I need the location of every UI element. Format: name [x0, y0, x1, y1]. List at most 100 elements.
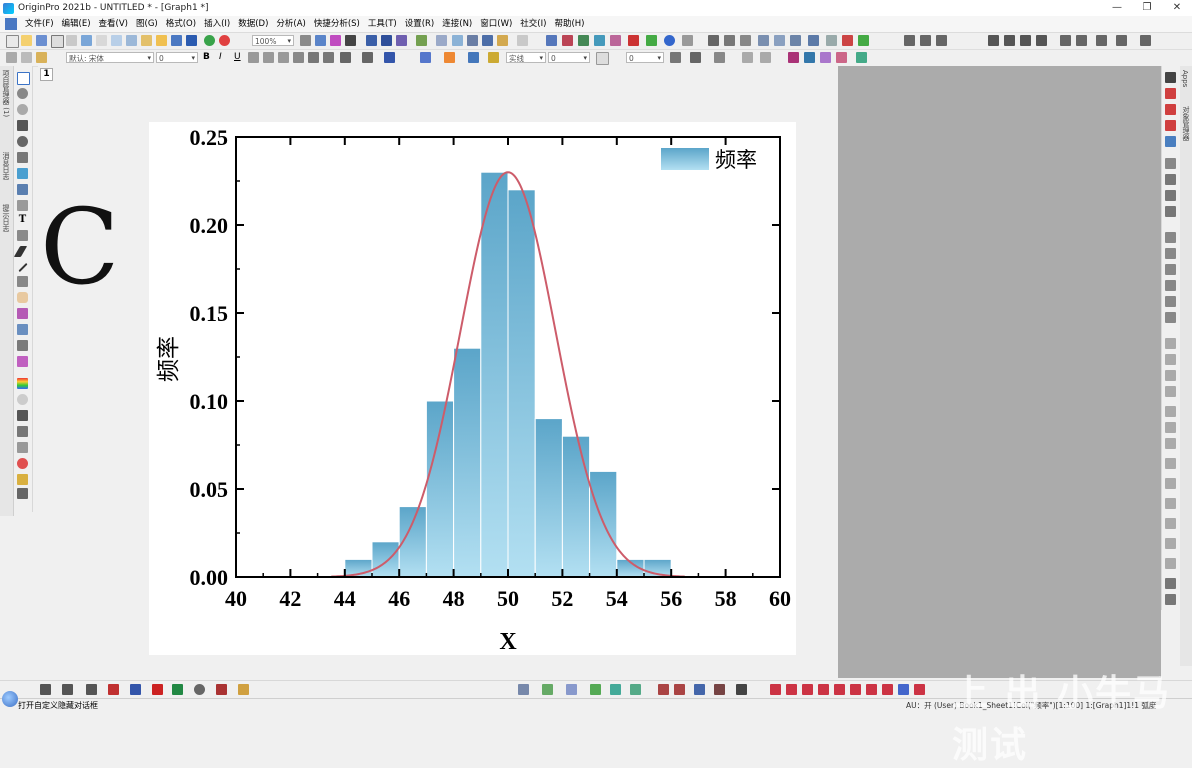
layout-icon-3[interactable]: [1165, 104, 1176, 115]
open-folder-icon[interactable]: [21, 35, 32, 46]
layout-icon-7[interactable]: [1165, 174, 1176, 185]
line-symbol-plot-icon[interactable]: [86, 684, 97, 695]
insert-graph-icon[interactable]: [17, 324, 28, 335]
column-plot-icon[interactable]: [108, 684, 119, 695]
arrow-tool-icon[interactable]: [13, 246, 28, 257]
screen-reader-icon[interactable]: [17, 136, 28, 147]
plot-icon-7[interactable]: [646, 35, 657, 46]
plot-icon-4[interactable]: [594, 35, 605, 46]
zoom-out-icon[interactable]: [17, 104, 28, 115]
draw-icon-4[interactable]: [818, 684, 829, 695]
x-axis-icon[interactable]: [904, 35, 915, 46]
region-of-interest-icon[interactable]: [17, 184, 28, 195]
graph-window-icon[interactable]: [5, 18, 17, 30]
next-icon[interactable]: [1020, 35, 1031, 46]
z-axis-icon[interactable]: [936, 35, 947, 46]
align-icon-11[interactable]: [1165, 518, 1176, 529]
hand-icon[interactable]: [17, 292, 28, 303]
line-style-combo[interactable]: 实线: [506, 52, 546, 64]
code-builder-icon[interactable]: [330, 35, 341, 46]
graph-page[interactable]: 40 42 44 46 48 50 52 54 56 58 60 0.00 0.05 0.10 0.15 0…: [149, 122, 796, 655]
mask-icon[interactable]: [17, 200, 28, 211]
contour-icon-4[interactable]: [714, 684, 725, 695]
menu-view[interactable]: 查看(V): [95, 16, 132, 32]
insert-note-icon[interactable]: [17, 474, 28, 485]
draw-icon-8[interactable]: [882, 684, 893, 695]
layout-icon-13[interactable]: [1165, 280, 1176, 291]
back-icon[interactable]: [760, 52, 771, 63]
layout-icon-4[interactable]: [1165, 120, 1176, 131]
increase-font-icon[interactable]: [308, 52, 319, 63]
3d-plot-icon-4[interactable]: [590, 684, 601, 695]
symbol-color-icon[interactable]: [488, 52, 499, 63]
save-template-icon[interactable]: [171, 35, 182, 46]
draw-icon-6[interactable]: [850, 684, 861, 695]
object-manager-label[interactable]: 对象管理器: [1181, 106, 1191, 141]
align-icon-15[interactable]: [1165, 594, 1176, 605]
layer-tool-icon[interactable]: [17, 410, 28, 421]
symbol-size-combo[interactable]: 0: [626, 52, 664, 64]
grid-icon[interactable]: [17, 488, 28, 499]
data-selector-icon[interactable]: [17, 152, 28, 163]
draw-data-icon[interactable]: [17, 168, 28, 179]
underline-button[interactable]: U: [234, 52, 241, 62]
menu-social[interactable]: 社交(I): [516, 16, 550, 32]
3d-plot-icon-6[interactable]: [630, 684, 641, 695]
align-icon-1[interactable]: [1165, 338, 1176, 349]
layout-icon-5[interactable]: [1165, 136, 1176, 147]
refresh-icon[interactable]: [416, 35, 427, 46]
toolbar-more-icon[interactable]: [517, 35, 528, 46]
rescale-icon[interactable]: [452, 35, 463, 46]
first-icon[interactable]: [988, 35, 999, 46]
fill-color-icon[interactable]: [420, 52, 431, 63]
draw-icon-1[interactable]: [770, 684, 781, 695]
menu-graph[interactable]: 图(G): [132, 16, 162, 32]
circle-tool-icon[interactable]: [17, 394, 28, 405]
close-button[interactable]: ✕: [1162, 0, 1192, 16]
menu-format[interactable]: 格式(O): [162, 16, 200, 32]
contour-icon-1[interactable]: [658, 684, 669, 695]
plot-icon-3[interactable]: [578, 35, 589, 46]
menu-connectivity[interactable]: 连接(N): [438, 16, 476, 32]
align-center-icon[interactable]: [362, 52, 373, 63]
statistics-icon[interactable]: [724, 35, 735, 46]
start-orb-icon[interactable]: [2, 691, 18, 707]
align-icon-6[interactable]: [1165, 422, 1176, 433]
area-plot-icon[interactable]: [172, 684, 183, 695]
bold-button[interactable]: B: [203, 52, 210, 62]
column-chart-icon-1[interactable]: [758, 35, 769, 46]
align-icon-5[interactable]: [1165, 406, 1176, 417]
maximize-button[interactable]: ❐: [1132, 0, 1162, 16]
merge-icon[interactable]: [788, 52, 799, 63]
line-color-icon[interactable]: [468, 52, 479, 63]
insert-equation-icon[interactable]: [17, 426, 28, 437]
layout-icon-2[interactable]: [1165, 88, 1176, 99]
menu-window[interactable]: 窗口(W): [476, 16, 516, 32]
previous-icon[interactable]: [1004, 35, 1015, 46]
plot-icon-9[interactable]: [682, 35, 693, 46]
add-text-box-icon[interactable]: [17, 230, 28, 241]
project-explorer-icon[interactable]: [381, 35, 392, 46]
layout-icon-15[interactable]: [1165, 312, 1176, 323]
cut-icon[interactable]: [6, 52, 17, 63]
contour-icon-5[interactable]: [736, 684, 747, 695]
open-sample-icon[interactable]: [156, 35, 167, 46]
column-chart-icon-3[interactable]: [790, 35, 801, 46]
subscript-icon[interactable]: [263, 52, 274, 63]
new-workbook-icon[interactable]: [51, 35, 64, 48]
column-chart-icon-2[interactable]: [774, 35, 785, 46]
layout-icon-9[interactable]: [1165, 206, 1176, 217]
arrow-right-icon[interactable]: [1096, 35, 1107, 46]
save-as-icon[interactable]: [186, 35, 197, 46]
import-icon[interactable]: [204, 35, 215, 46]
error-bar-icon[interactable]: [152, 684, 163, 695]
script-window-icon[interactable]: [396, 35, 407, 46]
insert-table-icon[interactable]: [17, 442, 28, 453]
symbol-shape-icon[interactable]: [596, 52, 609, 65]
layout-icon-12[interactable]: [1165, 264, 1176, 275]
font-color-icon[interactable]: [384, 52, 395, 63]
apps-label[interactable]: Apps: [1181, 70, 1189, 87]
text-tool-icon[interactable]: T: [17, 214, 28, 225]
draw-icon-7[interactable]: [866, 684, 877, 695]
align-icon-12[interactable]: [1165, 538, 1176, 549]
